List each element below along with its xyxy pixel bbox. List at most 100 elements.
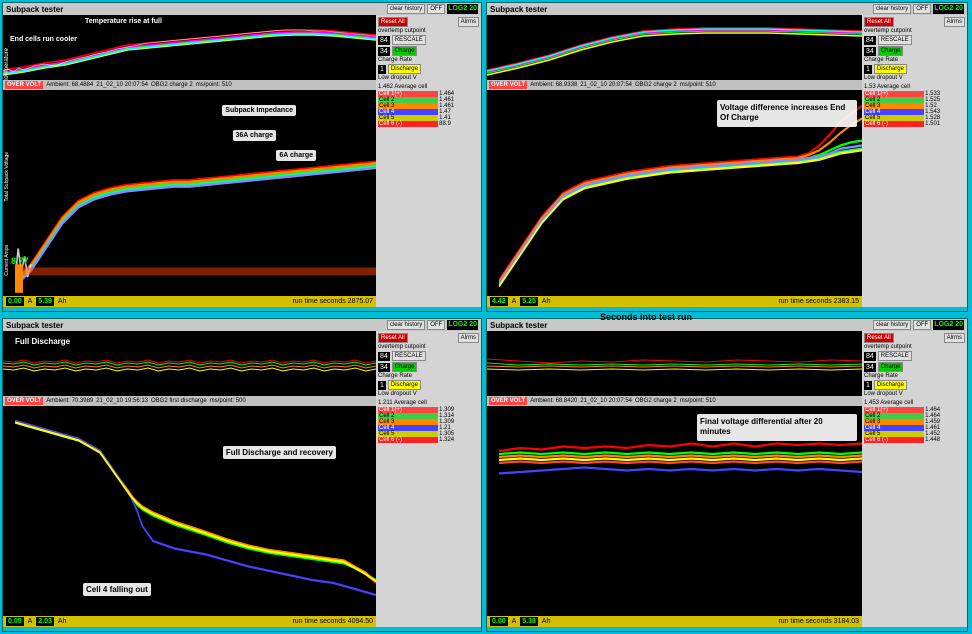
charge-btn-q3[interactable]: Charge [392,362,418,372]
ms-q1: ms/point: 510 [196,82,232,88]
discharge-btn-q4[interactable]: Discharge [874,380,907,390]
temp-chart-q3: Full Discharge [3,331,376,396]
alarms-btn-q4[interactable]: Alrms [944,333,965,343]
clear-history-btn-q4[interactable]: clear history [873,320,911,330]
quad2-title: Subpack tester clear history OFF LOG2 20 [487,3,967,15]
runtime-q1: run time seconds 2875.07 [292,298,373,305]
annotation-subpack: Subpack Impedance [222,105,296,116]
avg-label-q1: 1.462 Average cell [378,84,427,90]
charge-btn-q4[interactable]: Charge [878,362,904,372]
quad3-title: Subpack tester clear history OFF LOG2 20 [3,319,481,331]
quadrant-4: Subpack tester clear history OFF LOG2 20 [486,318,968,632]
sidebar-q3: Reset All Alrms overtemp cutpoint 84 RES… [376,331,481,627]
rescale-btn-q3[interactable]: RESCALE [392,351,426,361]
low-dropout-q1: 1 [378,65,386,74]
cell-table-q3: Cell 1(+)1.309 Cell 21.314 Cell 31.309 C… [378,407,479,443]
annotation-full-discharge: Full Discharge [13,336,72,347]
temp-chart-q2 [487,15,862,80]
info-bar-q4: OVER VOLT Ambient: 68.8420 21_02_10 20:0… [487,396,862,406]
clear-history-btn[interactable]: clear history [387,4,425,14]
runtime-q2: run time seconds 2383.15 [778,298,859,305]
overvolt-q2: OVER VOLT [489,81,527,89]
info-bar-q2: OVER VOLT Ambient: 68.9338 21_02_10 20:0… [487,80,862,90]
unit-ah-q1: Ah [58,298,67,305]
charge-rate-label-q1: Charge Rate [378,57,479,63]
sidebar-q2: Reset All Alrms overtemp cutpoint 84 RES… [862,15,967,307]
ms-q2: ms/point: 510 [680,82,716,88]
ah-val-q2: 5.25 [520,297,538,306]
cell-table-q1: Cell 1(+)1.464 Cell 21.461 Cell 31.461 C… [378,91,479,127]
avg-voltage-q1: 8.77 [11,256,29,266]
alarms-btn-q1[interactable]: Alrms [458,17,479,27]
log-display-q2: LOG2 20 [933,4,964,14]
log-display-q1: LOG2 20 [447,4,478,14]
annotation-discharge-recovery: Full Discharge and recovery [223,446,336,459]
annotation-voltage-diff: Voltage difference increases End Of Char… [717,100,857,127]
charge-btn-q2[interactable]: Charge [878,46,904,56]
info-bar-q1: OVER VOLT Ambient: 68.4884 21_02_10 20:0… [3,80,376,90]
runtime-q3: run time seconds 4094.50 [292,618,373,625]
runtime-q4: run time seconds 3184.03 [778,618,859,625]
annotation-6a: 6A charge [276,150,316,161]
sidebar-q4: Reset All Alrms overtemp cutpoint 84 RES… [862,331,967,627]
reset-btn-q3[interactable]: Reset All [378,333,408,343]
temp-axis-label-q1: Temperature [4,48,10,81]
cell-table-q4: Cell 1(+)1.464 Cell 21.464 Cell 31.459 C… [864,407,965,443]
overvolt-q1: OVER VOLT [5,81,43,89]
reset-btn-q2[interactable]: Reset All [864,17,894,27]
annotation-final-voltage: Final voltage differential after 20 minu… [697,414,857,441]
rescale-btn-q4[interactable]: RESCALE [878,351,912,361]
off-btn-q2[interactable]: OFF [913,4,931,14]
charge-btn-q1[interactable]: Charge [392,46,418,56]
off-btn-q4[interactable]: OFF [913,320,931,330]
quadrant-3: Subpack tester clear history OFF LOG2 20 [2,318,482,632]
discharge-btn-q3[interactable]: Discharge [388,380,421,390]
bottom-bar-q2: 4.42 A 5.25 Ah run time seconds 2383.15 [487,296,862,307]
quad4-title: Subpack tester clear history OFF LOG2 20 [487,319,967,331]
low-dropout-label-q1: Low dropout V [378,75,479,81]
discharge-btn-q1[interactable]: Discharge [388,64,421,74]
rescale-btn-q2[interactable]: RESCALE [878,35,912,45]
obg-q2: OBG2 charge 2 [635,82,677,88]
info-bar-q3: OVER VOLT Ambient: 70.3989 21_02_10 19:5… [3,396,376,406]
current-val-q1: 0.00 [6,297,24,306]
rescale-btn-q1[interactable]: RESCALE [392,35,426,45]
ah-val-q1: 5.39 [36,297,54,306]
voltage-axis-q1: Total Subpack Voltage [4,152,10,201]
annotation-temp-rise: Temperature rise at full [83,17,164,26]
discharge-btn-q2[interactable]: Discharge [874,64,907,74]
bottom-bar-q1: 0.00 A 5.39 Ah run time seconds 2875.07 [3,296,376,307]
clear-history-btn-q3[interactable]: clear history [387,320,425,330]
alarms-btn-q3[interactable]: Alrms [458,333,479,343]
current-axis-q1: Current Amps [4,245,10,276]
log-display-q3: LOG2 20 [447,320,478,330]
bottom-bar-q3: 0.05 A 2.03 Ah run time seconds 4094.50 [3,616,376,627]
off-btn-q3[interactable]: OFF [427,320,445,330]
temp-chart-q4 [487,331,862,396]
annotation-end-cells: End cells run cooler [8,35,79,44]
temp-chart-q1: Temperature Temperature rise at full End… [3,15,376,80]
current-val-q2: 4.42 [490,297,508,306]
bottom-bar-q4: 0.00 A 5.38 Ah run time seconds 3184.03 [487,616,862,627]
unit-a-q1: A [28,298,33,305]
overtemp-label-q1: overtemp cutpoint [378,28,479,34]
annotation-36a: 36A charge [233,130,276,141]
obg-q1: OBG2 charge 2 [151,82,193,88]
annotation-cell4-falling: Cell 4 falling out [83,583,151,596]
ambient-q1: Ambient: 68.4884 [46,82,93,88]
reset-btn-q1[interactable]: Reset All [378,17,408,27]
quad1-title: Subpack tester clear history OFF LOG2 20 [3,3,481,15]
ambient-q2: Ambient: 68.9338 [530,82,577,88]
clear-history-btn-q2[interactable]: clear history [873,4,911,14]
quadrant-2: Subpack tester clear history OFF LOG2 20 [486,2,968,312]
seconds-label: Seconds into test run [600,312,692,322]
charge-rate-val-q1: 34 [378,47,390,56]
off-btn-q1[interactable]: OFF [427,4,445,14]
overtemp-val-q1: 84 [378,36,390,45]
date-q2: 21_02_10 20:07:54 [580,82,632,88]
date-q1: 21_02_10 20:07:54 [96,82,148,88]
sidebar-q1: Reset All Alrms overtemp cutpoint 84 RES… [376,15,481,307]
reset-btn-q4[interactable]: Reset All [864,333,894,343]
cell-table-q2: Cell 1(+)1.533 Cell 21.525 Cell 31.52 Ce… [864,91,965,127]
alarms-btn-q2[interactable]: Alrms [944,17,965,27]
